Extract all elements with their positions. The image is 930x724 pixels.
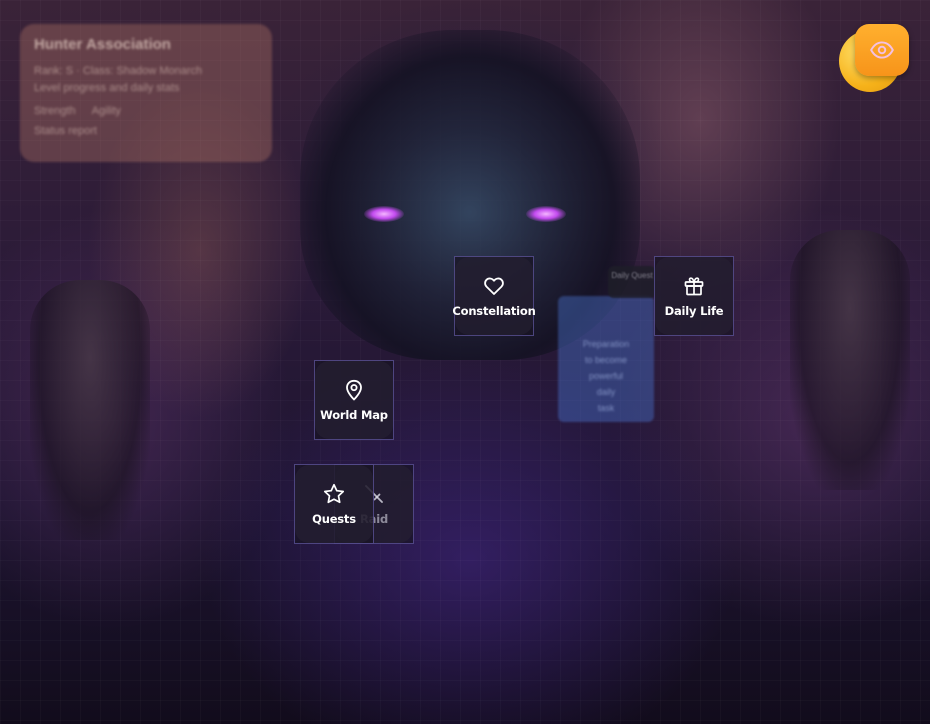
- info-panel-footer: Status report: [34, 125, 97, 137]
- note-line: Preparation: [582, 339, 630, 349]
- info-panel-stat: Strength: [34, 105, 76, 117]
- background-guard-right: [790, 230, 910, 490]
- quests-button[interactable]: Quests: [294, 464, 374, 544]
- visibility-toggle-button[interactable]: [855, 24, 909, 76]
- background-guard-left: [30, 280, 150, 540]
- gift-icon: [684, 277, 704, 296]
- hero-eye-right: [526, 206, 566, 222]
- note-line: task: [597, 403, 615, 413]
- quests-label: Quests: [312, 512, 356, 526]
- game-scene: Hunter Association Rank: S · Class: Shad…: [0, 0, 930, 724]
- note-line: to become: [584, 355, 628, 365]
- info-panel-title: Hunter Association: [34, 36, 171, 53]
- daily-life-button[interactable]: Daily Life: [654, 256, 734, 336]
- world-map-label: World Map: [320, 408, 388, 422]
- note-line: daily: [596, 387, 616, 397]
- info-panel-stats: Strength Agility: [34, 105, 258, 117]
- world-map-button[interactable]: World Map: [314, 360, 394, 440]
- hunter-info-panel: Hunter Association Rank: S · Class: Shad…: [20, 24, 272, 162]
- note-tab: Daily Quest: [608, 266, 656, 298]
- daily-life-label: Daily Life: [664, 304, 724, 318]
- constellation-button[interactable]: Constellation: [452, 256, 536, 336]
- daily-quest-note: Preparation to become powerful daily tas…: [558, 296, 654, 422]
- constellation-label: Constellation: [452, 304, 536, 318]
- info-panel-stat: Agility: [91, 105, 121, 117]
- eye-icon: [870, 41, 894, 59]
- heart-icon: [484, 277, 504, 295]
- info-panel-line: Level progress and daily stats: [34, 82, 180, 94]
- hero-eye-left: [364, 206, 404, 222]
- star-icon: [323, 483, 345, 504]
- note-line: powerful: [588, 371, 624, 381]
- info-panel-line: Rank: S · Class: Shadow Monarch: [34, 65, 203, 77]
- map-pin-icon: [346, 379, 362, 401]
